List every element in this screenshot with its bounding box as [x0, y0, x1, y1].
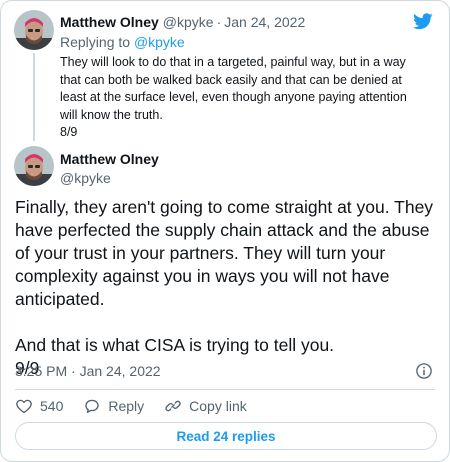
replying-to-mention[interactable]: @kpyke: [134, 34, 185, 50]
main-author-name[interactable]: Matthew Olney: [60, 151, 159, 167]
avatar-image: [14, 146, 54, 186]
parent-tweet-header: Matthew Olney @kpyke · Jan 24, 2022: [60, 14, 305, 30]
reply-button[interactable]: Reply: [83, 397, 144, 415]
parent-tweet-text: They will look to do that in a targeted,…: [60, 55, 407, 139]
avatar-image: [14, 10, 54, 50]
parent-avatar[interactable]: [14, 10, 54, 50]
parent-tweet-date[interactable]: Jan 24, 2022: [224, 14, 305, 30]
copy-link-button[interactable]: Copy link: [164, 397, 247, 415]
replying-to-line: Replying to @kpyke: [60, 34, 185, 50]
main-tweet-text: Finally, they aren't going to come strai…: [15, 197, 434, 378]
separator-dot: ·: [71, 363, 76, 379]
twitter-bird-icon[interactable]: [413, 13, 433, 30]
like-count: 540: [40, 398, 64, 414]
tweet-timestamp[interactable]: 3:25 PM · Jan 24, 2022: [15, 363, 161, 379]
like-button[interactable]: 540: [15, 397, 63, 415]
tweet-date[interactable]: Jan 24, 2022: [80, 363, 161, 379]
reply-label: Reply: [108, 398, 145, 414]
main-author-handle[interactable]: @kpyke: [60, 170, 111, 186]
main-avatar[interactable]: [14, 146, 54, 186]
divider: [15, 389, 435, 390]
embedded-tweet-card: Matthew Olney @kpyke · Jan 24, 2022 Repl…: [0, 0, 450, 462]
copy-link-label: Copy link: [189, 398, 247, 414]
speech-bubble-icon: [85, 399, 100, 414]
action-bar: 540 Reply Copy link: [15, 397, 267, 415]
link-icon: [165, 400, 181, 412]
parent-author-name[interactable]: Matthew Olney: [60, 14, 159, 30]
replying-to-prefix: Replying to: [60, 34, 131, 50]
parent-author-handle[interactable]: @kpyke: [163, 14, 214, 30]
info-icon[interactable]: [415, 362, 433, 380]
separator-dot: ·: [216, 14, 222, 30]
tweet-time[interactable]: 3:25 PM: [15, 363, 67, 379]
heart-icon: [16, 399, 32, 414]
thread-connector-line: [33, 53, 35, 141]
read-replies-button[interactable]: Read 24 replies: [15, 422, 437, 450]
